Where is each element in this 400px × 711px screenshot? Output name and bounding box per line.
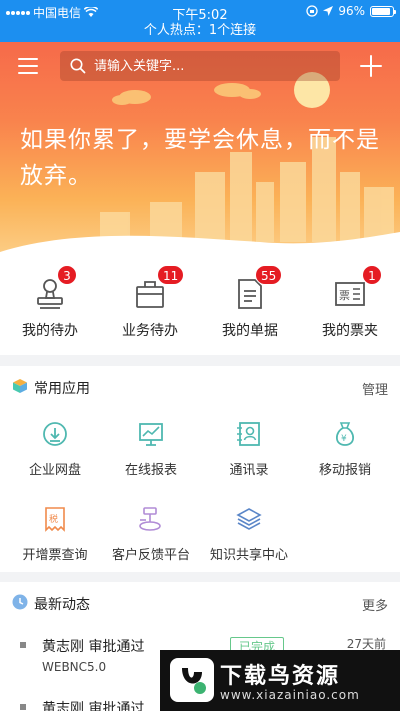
- quick-item-business-todo[interactable]: 11 业务待办: [100, 265, 200, 355]
- svg-text:税: 税: [49, 513, 58, 525]
- quick-item-label: 我的待办: [22, 323, 78, 339]
- chart-board-icon: [139, 423, 163, 446]
- apps-header: 常用应用 管理: [0, 366, 400, 406]
- ticket-icon: 票: [335, 282, 365, 306]
- more-button[interactable]: 更多: [362, 595, 388, 614]
- bullet-icon: [20, 642, 26, 648]
- search-bar[interactable]: [60, 51, 340, 81]
- news-title: 最新动态: [34, 597, 90, 613]
- bullet-icon: [20, 704, 26, 710]
- badge-count: 55: [255, 265, 283, 285]
- watermark-title: 下载鸟资源: [220, 664, 341, 689]
- badge-count: 11: [157, 265, 185, 285]
- watermark-logo: 下载鸟资源 www.xiazainiao.com: [160, 650, 400, 711]
- quick-item-label: 业务待办: [122, 323, 178, 339]
- news-item-title: 黄志刚 审批通过: [42, 701, 145, 711]
- clock-icon: [12, 594, 28, 610]
- status-right: 96%: [306, 4, 396, 18]
- contacts-icon: [237, 422, 260, 446]
- cube-icon: [13, 379, 27, 393]
- news-item-subtitle: WEBNC5.0: [42, 660, 107, 674]
- app-label: 在线报表: [124, 463, 177, 478]
- app-label: 客户反馈平台: [111, 548, 190, 563]
- app-enterprise-drive[interactable]: 企业网盘: [5, 416, 105, 486]
- app-online-report[interactable]: 在线报表: [101, 416, 201, 486]
- badge-count: 3: [57, 265, 77, 285]
- app-label: 开增票查询: [22, 548, 88, 563]
- bird-logo-icon: [170, 658, 214, 702]
- quick-item-my-todo[interactable]: 3 我的待办: [0, 265, 100, 355]
- quick-item-label: 我的单据: [222, 323, 278, 339]
- app-label: 企业网盘: [28, 463, 81, 478]
- quick-item-label: 我的票夹: [322, 323, 378, 339]
- battery-percent: 96%: [338, 4, 365, 18]
- banner-motto: 如果你累了，要学会休息，而不是放弃。: [20, 127, 380, 189]
- rotation-lock-icon: [306, 5, 318, 17]
- quick-item-my-documents[interactable]: 55 我的单据: [200, 265, 300, 355]
- app-mobile-reimbursement[interactable]: ¥ 移动报销: [295, 416, 395, 486]
- money-bag-icon: ¥: [335, 422, 355, 446]
- news-header: 最新动态 更多: [0, 582, 400, 622]
- apps-title: 常用应用: [34, 381, 90, 397]
- hotspot-banner[interactable]: 个人热点：1个连接: [0, 22, 400, 42]
- app-contacts[interactable]: 通讯录: [199, 416, 299, 486]
- app-knowledge-center[interactable]: 知识共享中心: [199, 501, 299, 571]
- svg-text:票: 票: [339, 289, 350, 302]
- tax-invoice-icon: 税: [45, 507, 65, 532]
- hero-banner: 如果你累了，要学会休息，而不是放弃。: [0, 42, 400, 267]
- watermark-url: www.xiazainiao.com: [220, 688, 360, 702]
- cloud-download-icon: [43, 422, 67, 446]
- knowledge-stack-icon: [236, 508, 262, 530]
- app-label: 通讯录: [229, 463, 269, 478]
- add-icon[interactable]: [360, 55, 382, 77]
- search-input[interactable]: [94, 58, 324, 74]
- svg-text:¥: ¥: [341, 434, 347, 444]
- search-icon: [70, 58, 86, 74]
- badge-count: 1: [362, 265, 382, 285]
- app-label: 知识共享中心: [209, 548, 288, 563]
- menu-icon[interactable]: [18, 58, 38, 74]
- app-label: 移动报销: [318, 463, 371, 478]
- manage-button[interactable]: 管理: [362, 379, 388, 398]
- quick-item-my-tickets[interactable]: 票 1 我的票夹: [300, 265, 400, 355]
- quick-task-bar: 3 我的待办 11 业务待办 55 我的单据 票 1 我的票夹: [0, 265, 400, 355]
- location-icon: [323, 6, 334, 16]
- common-apps-section: 常用应用 管理 企业网盘 在线报表 通讯录 ¥ 移动报销 税 开增票查询 客户反…: [0, 366, 400, 572]
- app-customer-feedback[interactable]: 客户反馈平台: [101, 501, 201, 571]
- news-item-title: 黄志刚 审批通过: [42, 639, 145, 655]
- status-bar: 中国电信 下午5:02 96%: [0, 0, 400, 23]
- feedback-icon: [139, 507, 161, 531]
- app-invoice-query[interactable]: 税 开增票查询: [5, 501, 105, 571]
- battery-icon: [370, 5, 396, 17]
